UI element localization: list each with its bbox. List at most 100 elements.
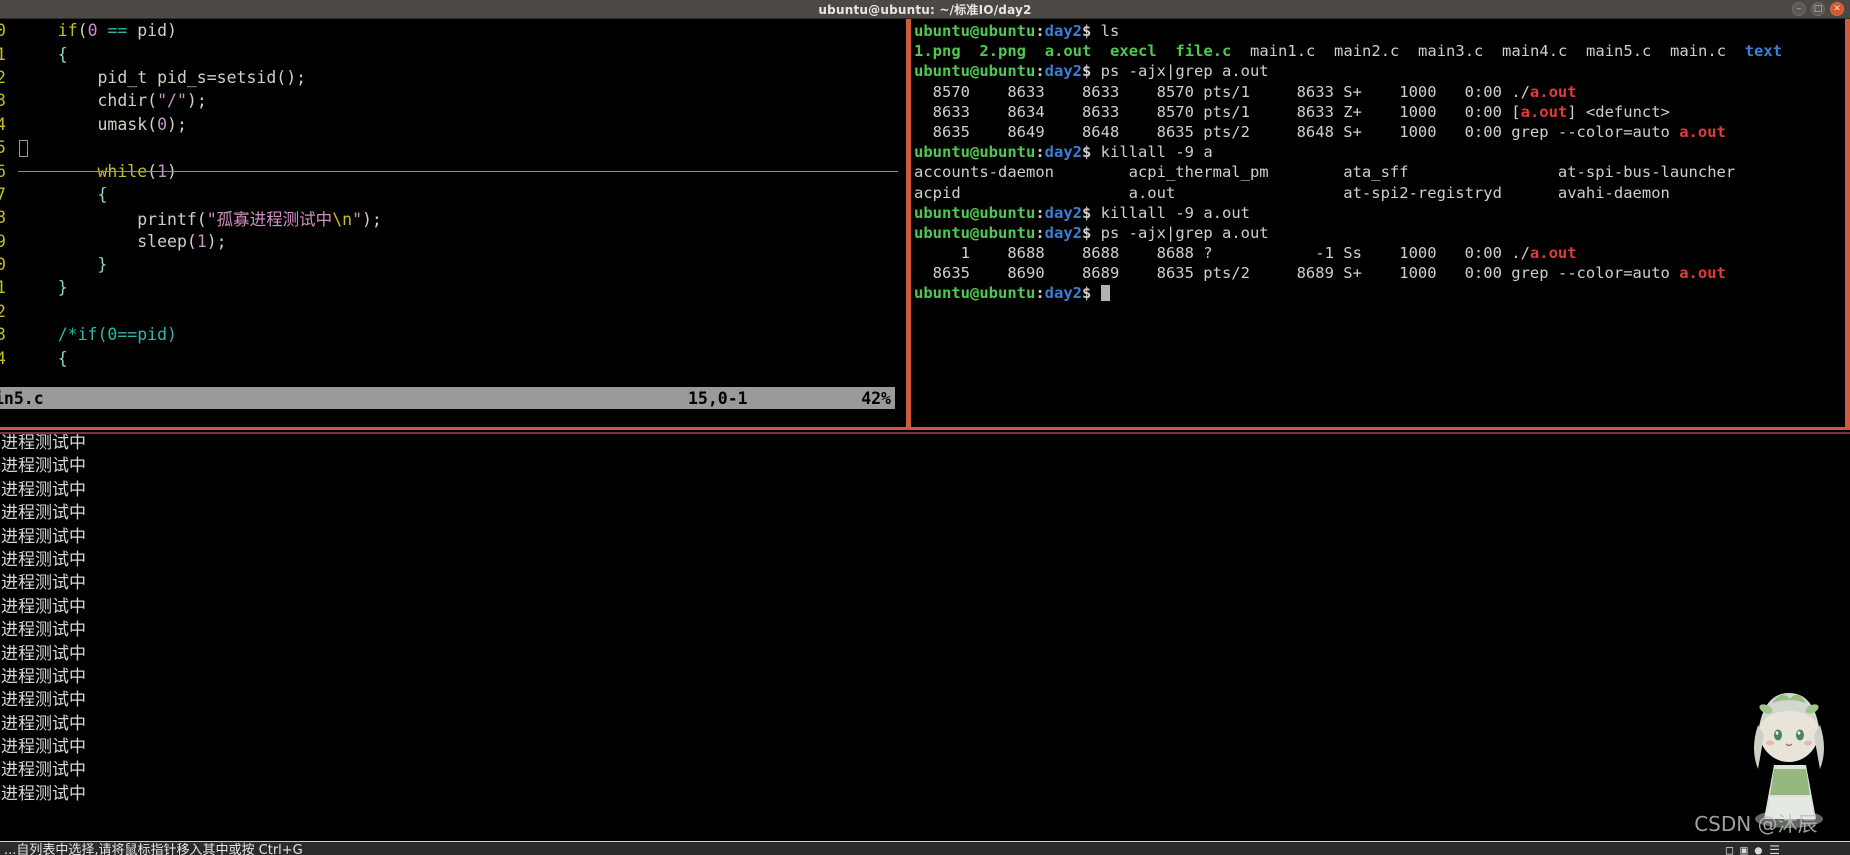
vim-line-text: umask(0); [18, 114, 187, 134]
shell-active-prompt: ubuntu@ubuntu:day2$ [911, 283, 1845, 303]
program-output-line: 寡进程测试中 [0, 479, 86, 500]
shell-plain-output: acpid a.out at-spi2-registryd avahi-daem… [911, 183, 1845, 203]
ps-row-suffix: ] <defunct> [1567, 102, 1670, 121]
vim-line-number: 2 [0, 67, 6, 87]
window-titlebar[interactable]: ubuntu@ubuntu: ~/标准IO/day2 – □ ✕ [0, 0, 1850, 19]
ls-entry: text [1744, 42, 1783, 61]
vim-code-line: 0 if(0 == pid) [0, 19, 906, 42]
vim-line-text: sleep(1); [18, 231, 227, 251]
shell-prompt-dollar: $ [1082, 284, 1101, 303]
ps-row-prefix: 8570 8633 8633 8570 pts/1 8633 S+ 1000 0… [914, 82, 1530, 101]
shell-command-line: ubuntu@ubuntu:day2$ ls [911, 21, 1845, 41]
program-output-line: 寡进程测试中 [0, 620, 86, 641]
vim-line-text: printf("孤寡进程测试中\n"); [18, 209, 382, 229]
ls-gap [1483, 42, 1502, 60]
vim-line-number: 8 [0, 208, 6, 228]
shell-ps-row: 8633 8634 8633 8570 pts/1 8633 Z+ 1000 0… [911, 102, 1845, 122]
ps-grep-match: a.out [1529, 82, 1577, 101]
bottom-status-text: ...自列表中选择,请将鼠标指针移入其中或按 Ctrl+G [4, 843, 303, 855]
ls-gap [1726, 42, 1745, 60]
window-controls[interactable]: – □ ✕ [1792, 2, 1844, 16]
bottom-status-strip[interactable]: ...自列表中选择,请将鼠标指针移入其中或按 Ctrl+G □ ▣ ● ☰ [0, 841, 1850, 855]
shell-prompt-user: ubuntu@ubuntu [914, 223, 1036, 242]
bottom-status-icons[interactable]: □ ▣ ● ☰ [1726, 843, 1780, 855]
vim-status-filename: in5.c [0, 388, 44, 408]
ps-grep-match: a.out [1679, 122, 1726, 141]
program-output-line: 寡进程测试中 [0, 573, 86, 594]
ls-entry: main4.c [1502, 42, 1568, 61]
ps-row-prefix: 8635 8649 8648 8635 pts/2 8648 S+ 1000 0… [914, 122, 1680, 141]
vim-code-line: 8 printf("孤寡进程测试中\n"); [0, 206, 906, 229]
vim-code-line: 7 { [0, 183, 906, 206]
shell-prompt-user: ubuntu@ubuntu [914, 143, 1036, 162]
program-output-line: 寡进程测试中 [0, 526, 86, 547]
vim-code-lines: 0 if(0 == pid) 1 {2 pid_t pid_s=setsid();… [0, 19, 906, 370]
ls-gap [1651, 42, 1670, 60]
shell-ls-output: 1.png 2.png a.out execl file.c main1.c m… [911, 41, 1845, 61]
vim-line-text: { [97, 184, 108, 204]
shell-prompt-user: ubuntu@ubuntu [914, 62, 1036, 81]
maximize-button[interactable]: □ [1811, 2, 1825, 16]
minimize-button[interactable]: – [1792, 2, 1806, 16]
shell-prompt-colon: : [1035, 203, 1045, 222]
shell-prompt-dollar: $ [1082, 223, 1101, 242]
vim-line-text: } [57, 278, 68, 298]
vim-line-number: 0 [0, 21, 6, 41]
shell-prompt-user: ubuntu@ubuntu [914, 203, 1036, 222]
ls-gap [1567, 42, 1586, 60]
shell-terminal-pane[interactable]: ubuntu@ubuntu:day2$ ls 1.png 2.png a.out … [911, 19, 1845, 427]
shell-prompt-path: day2 [1044, 203, 1082, 222]
vim-line-number: 6 [0, 161, 6, 181]
ls-entry: 1.png [914, 42, 961, 61]
program-output-line: 寡进程测试中 [0, 666, 86, 687]
shell-ps-row: 8635 8690 8689 8635 pts/2 8689 S+ 1000 0… [911, 263, 1845, 283]
window-title: ubuntu@ubuntu: ~/标准IO/day2 [818, 2, 1032, 17]
ps-grep-match: a.out [1529, 244, 1577, 263]
program-output-line: 寡进程测试中 [0, 433, 86, 453]
vim-cursorline-rule [18, 171, 898, 172]
ps-grep-match: a.out [1679, 264, 1726, 283]
shell-command-line: ubuntu@ubuntu:day2$ ps -ajx|grep a.out [911, 61, 1845, 81]
vim-status-position: 15,0-1 [688, 388, 748, 408]
shell-command-text: ps -ajx|grep a.out [1100, 62, 1269, 81]
vim-line-number: 3 [0, 325, 6, 345]
close-button[interactable]: ✕ [1830, 2, 1844, 16]
right-pane-border-right [1845, 19, 1850, 430]
vim-line-number: 1 [0, 44, 6, 64]
shell-command-text: ps -ajx|grep a.out [1100, 223, 1269, 242]
shell-prompt-dollar: $ [1082, 203, 1101, 222]
vim-code-line: 2 pid_t pid_s=setsid(); [0, 66, 906, 89]
shell-plain-output: accounts-daemon acpi_thermal_pm ata_sff … [911, 162, 1845, 182]
shell-command-line: ubuntu@ubuntu:day2$ killall -9 a.out [911, 203, 1845, 223]
shell-command-line: ubuntu@ubuntu:day2$ killall -9 a [911, 142, 1845, 162]
ls-entry: main1.c [1250, 42, 1316, 61]
vim-editor-pane[interactable]: 0 if(0 == pid) 1 {2 pid_t pid_s=setsid();… [0, 19, 906, 430]
shell-prompt-colon: : [1035, 223, 1045, 242]
program-output-pane[interactable]: 寡进程测试中寡进程测试中寡进程测试中寡进程测试中寡进程测试中寡进程测试中寡进程测… [0, 432, 1850, 855]
program-output-lines: 寡进程测试中寡进程测试中寡进程测试中寡进程测试中寡进程测试中寡进程测试中寡进程测… [0, 432, 1850, 806]
ls-entry: main5.c [1586, 42, 1652, 61]
ps-row-prefix: 8635 8690 8689 8635 pts/2 8689 S+ 1000 0… [914, 264, 1680, 283]
shell-ps-row: 1 8688 8688 8688 ? -1 Ss 1000 0:00 ./a.o… [911, 243, 1845, 263]
ls-gap [1231, 42, 1250, 60]
shell-prompt-colon: : [1035, 143, 1045, 162]
vim-line-text: /*if(0==pid) [57, 325, 177, 345]
program-output-line: 寡进程测试中 [0, 596, 86, 617]
vim-code-line: 1 } [0, 276, 906, 299]
vim-line-number: 3 [0, 91, 6, 111]
shell-command-line: ubuntu@ubuntu:day2$ ps -ajx|grep a.out [911, 223, 1845, 243]
shell-output-lines: ubuntu@ubuntu:day2$ ls 1.png 2.png a.out … [911, 21, 1845, 304]
vim-line-number: 5 [0, 138, 6, 158]
ls-entry: main.c [1670, 42, 1727, 61]
ls-gap [1026, 42, 1045, 60]
vim-line-number: 4 [0, 114, 6, 134]
shell-prompt-path: day2 [1044, 143, 1082, 162]
output-pane-separator [0, 432, 1850, 434]
ls-entry: main2.c [1334, 42, 1400, 61]
vim-code-line: 2 [0, 300, 906, 323]
vim-line-number: 7 [0, 184, 6, 204]
ls-entry: a.out [1044, 42, 1092, 61]
screen-root: ubuntu@ubuntu: ~/标准IO/day2 – □ ✕ 0 if(0 … [0, 0, 1850, 855]
ls-gap [1157, 42, 1176, 60]
program-output-line: 寡进程测试中 [0, 760, 86, 781]
